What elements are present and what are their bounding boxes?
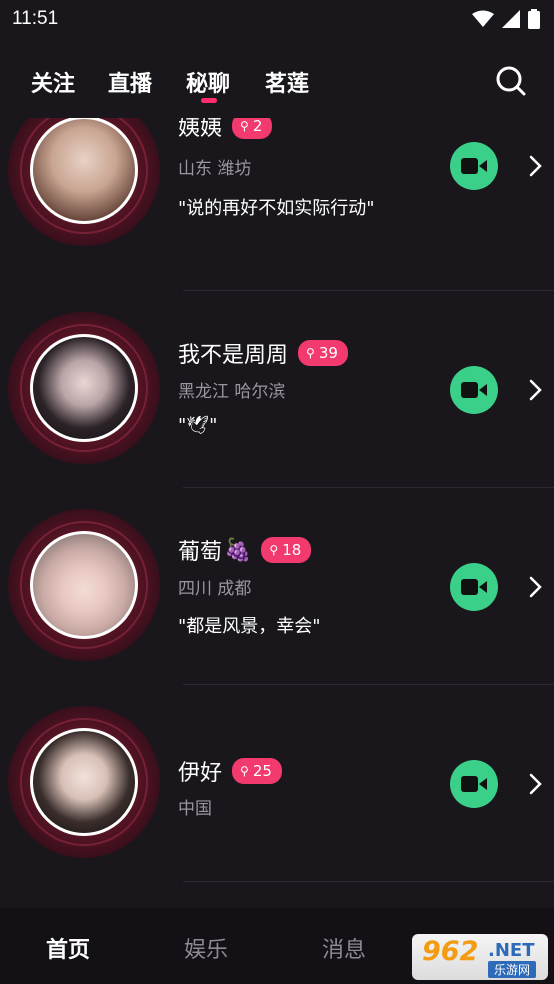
video-call-button[interactable] [450, 366, 498, 414]
site-watermark-logo: 962 .NET 乐游网 [412, 934, 548, 980]
user-location: 黑龙江 哈尔滨 [178, 382, 286, 402]
user-card[interactable]: 伊好 ⚲ 25 中国 [0, 685, 554, 882]
user-location: 山东 潍坊 [178, 159, 252, 179]
female-icon: ⚲ [306, 346, 315, 360]
name-row: 我不是周周 ⚲ 39 [178, 337, 348, 369]
wifi-icon [472, 10, 494, 27]
avatar-ring [8, 118, 160, 246]
user-name: 伊好 [178, 761, 223, 786]
user-card[interactable]: 姨姨 ⚲ 2 山东 潍坊 "说的再好不如实际行动" [0, 118, 554, 291]
avatar[interactable] [30, 531, 138, 639]
name-row: 姨姨 ⚲ 2 [178, 118, 273, 142]
nav-home[interactable]: 首页 [46, 932, 90, 964]
status-icons [472, 9, 540, 29]
active-tab-indicator [201, 98, 217, 103]
badge-count: 18 [282, 541, 302, 559]
user-location: 四川 成都 [178, 579, 252, 599]
video-camera-icon [461, 382, 487, 398]
level-badge: ⚲ 18 [261, 537, 312, 563]
status-bar: 11:51 [0, 0, 554, 40]
status-time: 11:51 [12, 8, 59, 29]
chevron-right-icon[interactable] [526, 378, 544, 402]
watermark-number: 962 [422, 936, 479, 967]
watermark-site: 乐游网 [488, 961, 537, 978]
user-signature: "🕊" [178, 415, 218, 436]
level-badge: ⚲ 25 [232, 758, 282, 784]
user-feed: 姨姨 ⚲ 2 山东 潍坊 "说的再好不如实际行动" 我不是周周 ⚲ 39 黑龙江 哈… [0, 118, 554, 908]
badge-count: 25 [252, 762, 272, 780]
avatar[interactable] [30, 728, 138, 836]
user-name: 葡萄 [178, 540, 223, 565]
user-name: 我不是周周 [178, 343, 289, 368]
tab-live[interactable]: 直播 [108, 66, 152, 98]
signal-icon [502, 10, 520, 28]
user-name: 姨姨 [178, 118, 223, 141]
chevron-right-icon[interactable] [526, 772, 544, 796]
name-row: 伊好 ⚲ 25 [178, 755, 282, 787]
user-signature: "都是风景，幸会" [178, 616, 321, 637]
female-icon: ⚲ [240, 764, 249, 778]
nav-entertainment[interactable]: 娱乐 [184, 932, 228, 964]
card-divider [183, 881, 554, 882]
avatar-ring [8, 706, 160, 858]
user-card[interactable]: 我不是周周 ⚲ 39 黑龙江 哈尔滨 "🕊" [0, 291, 554, 488]
search-icon[interactable] [494, 64, 528, 98]
tab-follow[interactable]: 关注 [31, 66, 75, 98]
watermark-suffix: .NET [488, 940, 535, 961]
avatar-ring [8, 509, 160, 661]
badge-count: 2 [252, 118, 263, 135]
avatar[interactable] [30, 334, 138, 442]
female-icon: ⚲ [240, 119, 249, 133]
tab-minglian[interactable]: 茗莲 [265, 66, 309, 98]
user-location: 中国 [178, 799, 212, 819]
nav-messages[interactable]: 消息 [322, 932, 366, 964]
avatar-ring [8, 312, 160, 464]
grapes-emoji: 🍇 [224, 537, 252, 563]
video-call-button[interactable] [450, 563, 498, 611]
battery-icon [528, 9, 540, 29]
female-icon: ⚲ [269, 543, 279, 557]
video-call-button[interactable] [450, 760, 498, 808]
video-call-button[interactable] [450, 142, 498, 190]
badge-count: 39 [318, 344, 338, 362]
video-camera-icon [461, 158, 487, 174]
tab-private-chat[interactable]: 秘聊 [186, 66, 230, 98]
user-signature: "说的再好不如实际行动" [178, 198, 375, 219]
video-camera-icon [461, 579, 487, 595]
chevron-right-icon[interactable] [526, 154, 544, 178]
avatar[interactable] [30, 118, 138, 224]
name-row: 葡萄 🍇 ⚲ 18 [178, 534, 312, 566]
video-camera-icon [461, 776, 487, 792]
level-badge: ⚲ 2 [232, 118, 273, 139]
user-card[interactable]: 葡萄 🍇 ⚲ 18 四川 成都 "都是风景，幸会" [0, 488, 554, 685]
top-tabs: 关注 直播 秘聊 茗莲 [0, 52, 554, 108]
chevron-right-icon[interactable] [526, 575, 544, 599]
level-badge: ⚲ 39 [298, 340, 348, 366]
